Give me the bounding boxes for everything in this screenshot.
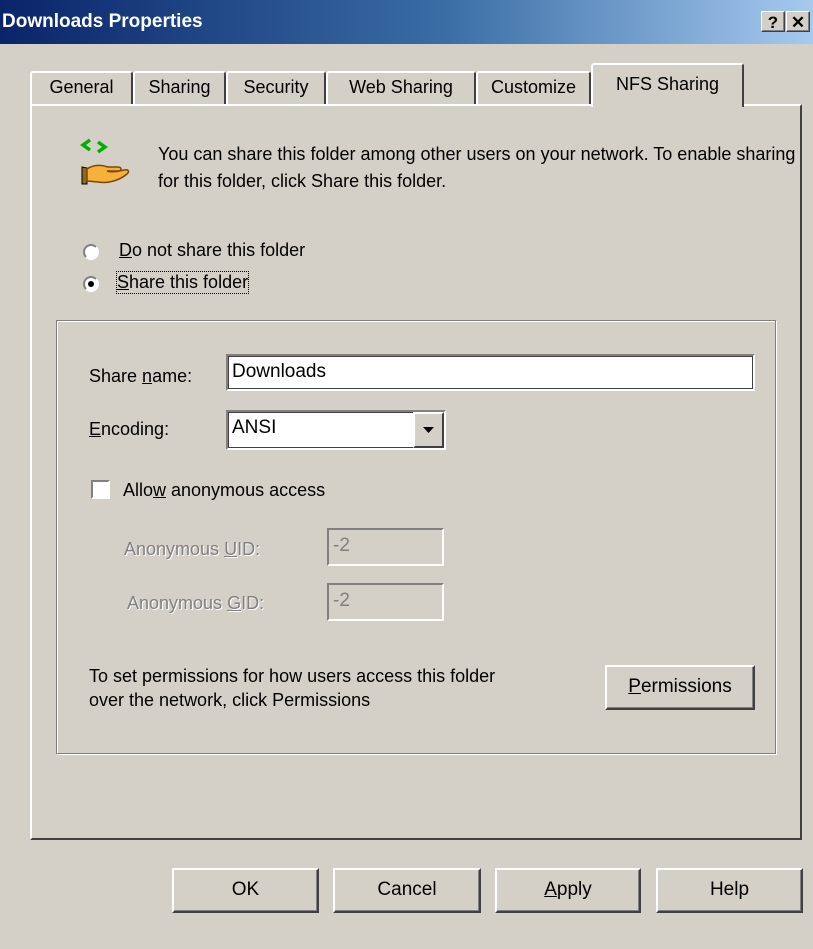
tab-customize[interactable]: Customize [476, 71, 591, 104]
permissions-note: To set permissions for how users access … [89, 664, 495, 712]
do-not-share-label[interactable]: Do not share this folder [119, 240, 305, 261]
radio-do-not-share[interactable] [83, 244, 99, 260]
encoding-value: ANSI [232, 417, 277, 438]
anonymous-gid-label: Anonymous GID: [127, 593, 265, 613]
tab-sharing[interactable]: Sharing [133, 71, 226, 104]
window-title: Downloads Properties [2, 11, 203, 32]
ok-button[interactable]: OK [172, 868, 319, 913]
tab-general[interactable]: General [30, 71, 133, 104]
encoding-dropdown-button[interactable] [413, 412, 444, 448]
permissions-note-line-1: To set permissions for how users access … [89, 666, 496, 686]
allow-anonymous-checkbox[interactable] [91, 480, 110, 499]
tab-nfs-sharing[interactable]: NFS Sharing [591, 63, 744, 107]
share-name-input[interactable]: Downloads [226, 354, 755, 391]
allow-anonymous-label[interactable]: Allow anonymous access [123, 480, 325, 501]
chevron-down-icon [423, 427, 434, 433]
encoding-label: Encoding: [89, 419, 170, 439]
shared-folder-hand-icon [80, 138, 130, 185]
tab-web-sharing[interactable]: Web Sharing [326, 71, 476, 104]
cancel-button[interactable]: Cancel [333, 868, 481, 913]
apply-button[interactable]: Apply [495, 868, 641, 913]
anonymous-gid-input[interactable]: -2 [327, 583, 444, 621]
share-name-label: Share name: [89, 366, 193, 386]
permissions-note-line-2: over the network, click Permissions [89, 690, 371, 710]
radio-share-folder[interactable] [83, 276, 99, 292]
permissions-button[interactable]: Permissions [605, 665, 755, 710]
anonymous-uid-label: Anonymous UID: [124, 539, 261, 559]
title-bar: Downloads Properties ? ✕ [0, 0, 813, 44]
help-button[interactable]: ? [761, 11, 785, 32]
share-folder-label[interactable]: Share this folder [115, 271, 250, 294]
help-footer-button[interactable]: Help [656, 868, 803, 913]
intro-text: You can share this folder among other us… [158, 144, 796, 191]
close-button[interactable]: ✕ [786, 11, 810, 32]
anonymous-uid-input[interactable]: -2 [327, 528, 444, 566]
tab-security[interactable]: Security [226, 71, 326, 104]
